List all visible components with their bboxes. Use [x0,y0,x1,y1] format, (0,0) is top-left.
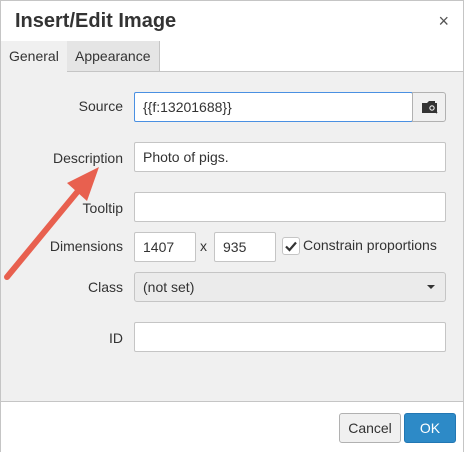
width-input[interactable] [134,232,196,262]
annotation-arrow-icon [4,167,99,280]
source-input[interactable] [134,92,413,122]
constrain-proportions-checkbox[interactable] [282,237,300,255]
dialog-header: Insert/Edit Image × [1,1,463,42]
height-input[interactable] [214,232,276,262]
id-label: ID [109,330,123,346]
source-label: Source [78,98,123,114]
description-label: Description [52,150,123,166]
cancel-button[interactable]: Cancel [339,413,401,443]
dimensions-separator: x [200,238,207,254]
tab-bar: General Appearance [1,41,463,72]
description-input[interactable] [134,142,446,172]
class-select[interactable]: (not set) [134,272,446,302]
browse-image-icon [422,101,438,114]
ok-button[interactable]: OK [404,413,456,443]
chevron-down-icon [427,285,435,289]
tab-general[interactable]: General [1,41,68,72]
constrain-proportions-label: Constrain proportions [303,237,437,253]
class-select-value: (not set) [143,279,195,295]
dimensions-label: Dimensions [49,238,123,254]
class-label: Class [87,279,123,295]
tab-appearance[interactable]: Appearance [67,41,160,71]
checkmark-icon [285,241,297,252]
insert-edit-image-dialog: Insert/Edit Image × General Appearance S… [0,0,464,452]
id-input[interactable] [134,322,446,352]
browse-button[interactable] [412,92,446,122]
tooltip-input[interactable] [134,192,446,222]
dialog-footer: Cancel OK [1,401,463,452]
dialog-title: Insert/Edit Image [15,10,177,32]
tooltip-label: Tooltip [82,200,123,216]
close-icon[interactable]: × [438,12,449,30]
